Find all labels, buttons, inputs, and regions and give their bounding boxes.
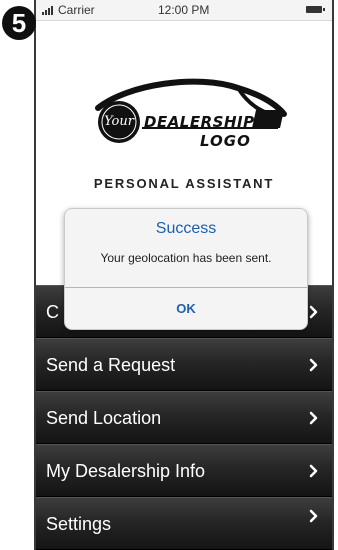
menu-item-send-request[interactable]: Send a Request (36, 338, 332, 391)
menu-item-label: My Desalership Info (46, 461, 206, 481)
alert-message: Your geolocation has been sent. (100, 251, 272, 265)
success-alert-dialog: Success Your geolocation has been sent. … (64, 208, 308, 330)
page-title: PERSONAL ASSISTANT (93, 176, 275, 191)
logo-dealership-text: DEALERSHIP (144, 113, 255, 131)
alert-ok-button[interactable]: OK (65, 288, 307, 329)
chevron-right-icon (309, 509, 318, 523)
status-time: 12:00 PM (158, 3, 210, 17)
step-number-badge: 5 (2, 6, 36, 40)
menu-item-send-location[interactable]: Send Location (36, 391, 332, 444)
phone-screen: Carrier 12:00 PM Your DEALERSHIP LOGO PE… (34, 0, 334, 550)
alert-title: Success (155, 220, 217, 237)
logo-your-text: Your (104, 114, 134, 129)
status-bar: Carrier 12:00 PM (36, 0, 332, 21)
menu-item-label: Send Location (46, 408, 162, 428)
signal-icon (42, 5, 53, 15)
chevron-right-icon (309, 464, 318, 478)
logo-logo-text: LOGO (200, 132, 251, 150)
menu-item-dealership-info[interactable]: My Desalership Info (36, 444, 332, 497)
screenshot-root: 5 Carrier 12:00 PM Your DEALERSHIP LOGO … (0, 0, 338, 550)
dealership-logo: Your DEALERSHIP LOGO (88, 76, 288, 166)
menu-item-label: Settings (46, 514, 112, 534)
chevron-right-icon (309, 358, 318, 372)
chevron-right-icon (309, 305, 318, 319)
menu-item-label: C (46, 302, 59, 322)
menu-item-label: Send a Request (46, 355, 176, 375)
carrier-label: Carrier (58, 3, 95, 17)
menu-item-settings[interactable]: Settings (36, 497, 332, 550)
chevron-right-icon (309, 411, 318, 425)
battery-icon (306, 6, 325, 13)
